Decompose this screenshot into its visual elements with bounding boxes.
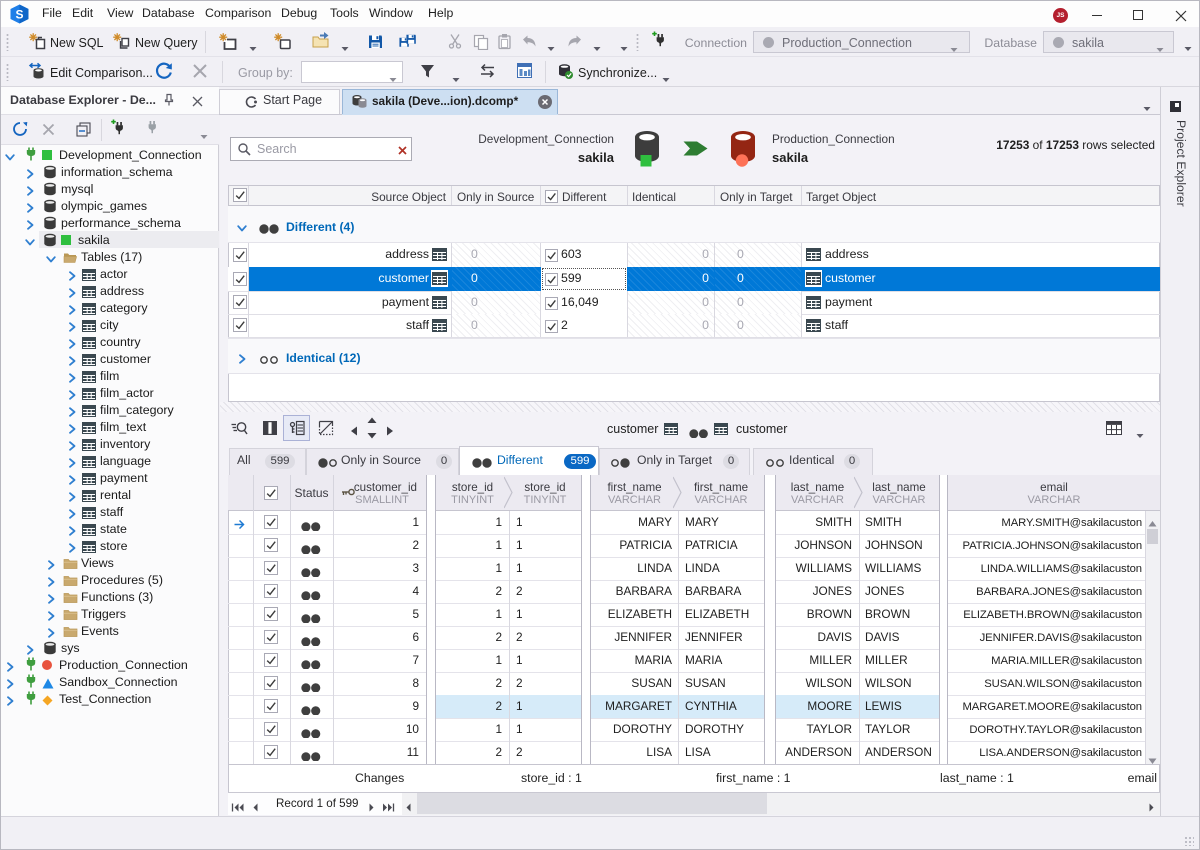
svg-text:S: S: [15, 8, 23, 22]
